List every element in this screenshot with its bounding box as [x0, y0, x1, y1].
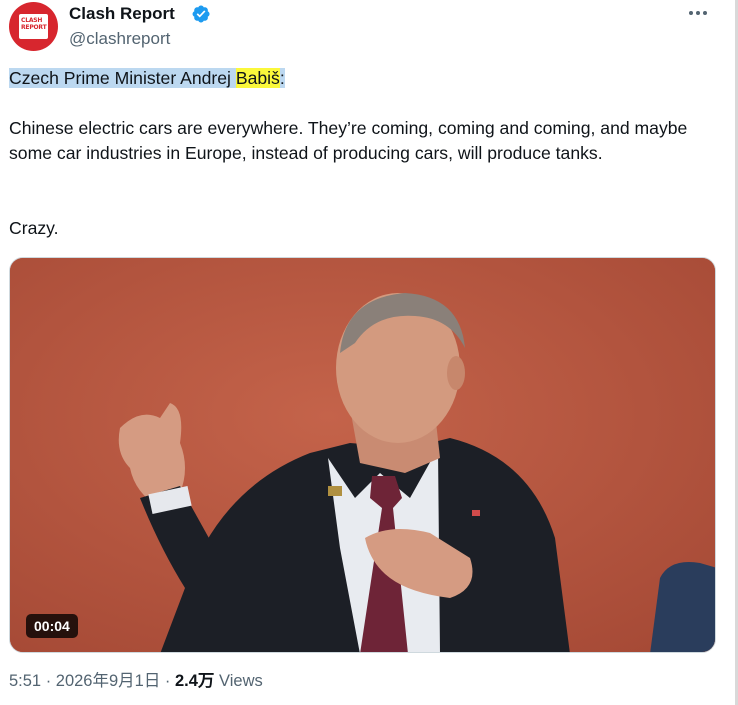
author-display-name[interactable]: Clash Report: [69, 3, 175, 25]
avatar-logo-line2: REPORT: [21, 24, 47, 31]
video-player[interactable]: 00:04: [9, 257, 716, 653]
tweet-text-intro: Czech Prime Minister Andrej Babiš:: [9, 66, 699, 91]
avatar-logo-text: CLASH REPORT: [21, 17, 47, 31]
selected-text-colon: :: [279, 68, 285, 88]
video-duration-badge: 00:04: [26, 614, 78, 638]
more-horizontal-icon[interactable]: [684, 2, 712, 24]
avatar[interactable]: CLASH REPORT: [9, 2, 58, 51]
tweet-timestamp[interactable]: 5:51 · 2026年9月1日 ·: [9, 672, 175, 690]
video-thumbnail: [10, 258, 715, 652]
tweet-text-body: Chinese electric cars are everywhere. Th…: [9, 118, 688, 163]
selected-text: Czech Prime Minister Andrej: [9, 68, 236, 88]
tweet-text-closing: Crazy.: [9, 218, 59, 238]
author-handle[interactable]: @clashreport: [69, 28, 170, 50]
views-label: Views: [214, 672, 263, 690]
verified-badge-icon[interactable]: [191, 4, 211, 24]
search-highlight: Babiš: [235, 68, 280, 88]
tweet: CLASH REPORT Clash Report @clashreport C…: [0, 0, 738, 705]
avatar-logo-line1: CLASH: [21, 17, 43, 24]
tweet-meta: 5:51 · 2026年9月1日 · 2.4万 Views: [9, 670, 263, 692]
views-count: 2.4万: [175, 672, 215, 690]
